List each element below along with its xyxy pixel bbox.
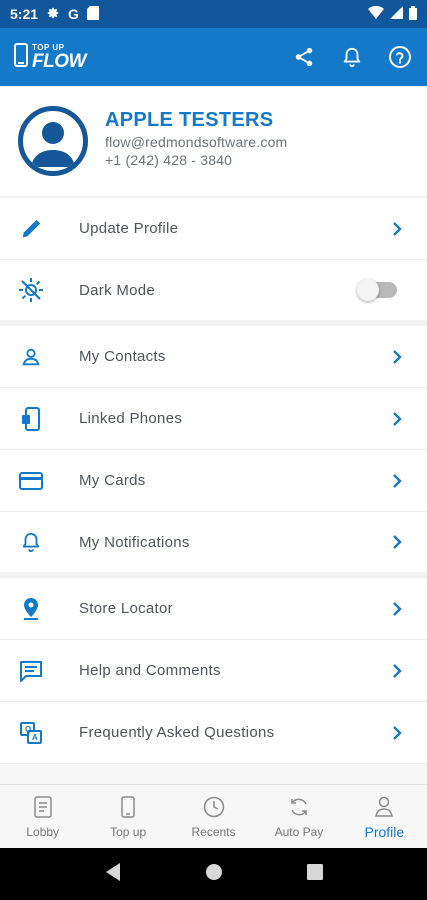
google-icon: G <box>68 6 79 22</box>
menu-label: Linked Phones <box>79 410 183 427</box>
nav-autopay[interactable]: Auto Pay <box>256 785 341 848</box>
chevron-right-icon <box>391 534 403 550</box>
chevron-right-icon <box>391 349 403 365</box>
topup-flow-logo: TOP UP FLOW <box>14 42 86 72</box>
menu-label: Frequently Asked Questions <box>79 724 275 741</box>
list-bottom-spacer <box>0 764 427 784</box>
back-icon[interactable] <box>104 862 122 887</box>
status-time: 5:21 <box>10 6 39 22</box>
menu-item-store-locator[interactable]: Store Locator <box>0 578 427 640</box>
menu-label: Dark Mode <box>79 281 156 299</box>
phone-logo-icon <box>14 42 28 72</box>
menu-item-my-contacts[interactable]: My Contacts <box>0 326 427 388</box>
menu-item-dark-mode: Dark Mode <box>0 260 427 320</box>
svg-text:A: A <box>32 733 38 742</box>
profile-name: APPLE TESTERS <box>105 108 274 131</box>
comment-icon <box>18 658 44 684</box>
avatar <box>18 106 88 176</box>
menu-label: Store Locator <box>79 600 173 617</box>
menu-item-my-cards[interactable]: My Cards <box>0 450 427 512</box>
dark-mode-sun-icon <box>18 277 44 303</box>
faq-icon: QA <box>18 720 44 746</box>
svg-text:Q: Q <box>25 725 31 734</box>
chevron-right-icon <box>391 473 403 489</box>
clock-icon <box>202 795 226 819</box>
signal-icon <box>390 6 403 22</box>
profile-email: flow@redmondsoftware.com <box>105 133 288 150</box>
profile-phone: +1 (242) 428 - 3840 <box>105 151 233 168</box>
menu-label: My Notifications <box>79 533 190 551</box>
profile-header: APPLE TESTERS flow@redmondsoftware.com +… <box>0 86 427 196</box>
sd-card-icon <box>86 5 99 23</box>
bell-icon <box>18 529 44 555</box>
pencil-icon <box>18 216 44 242</box>
system-nav-bar <box>0 848 427 900</box>
app-bar: TOP UP FLOW <box>0 28 427 86</box>
dark-mode-toggle[interactable] <box>357 279 397 301</box>
help-icon[interactable] <box>387 44 413 70</box>
status-bar: 5:21 G <box>0 0 427 28</box>
battery-icon <box>409 5 417 23</box>
person-icon <box>18 344 44 370</box>
nav-lobby[interactable]: Lobby <box>0 785 85 848</box>
menu-item-my-notifications[interactable]: My Notifications <box>0 512 427 572</box>
profile-person-icon <box>372 794 396 818</box>
nav-label: Lobby <box>26 824 60 839</box>
chevron-right-icon <box>391 663 403 679</box>
gear-icon <box>46 6 60 23</box>
menu-label: Update Profile <box>79 220 179 237</box>
topup-phone-icon <box>116 795 140 819</box>
menu-item-update-profile[interactable]: Update Profile <box>0 198 427 260</box>
nav-recents[interactable]: Recents <box>171 785 256 848</box>
bottom-nav: Lobby Top up Recents Auto Pay Profile <box>0 784 427 848</box>
share-icon[interactable] <box>291 44 317 70</box>
logo-main-text: FLOW <box>32 50 86 72</box>
menu-item-faq[interactable]: QA Frequently Asked Questions <box>0 702 427 764</box>
nav-topup[interactable]: Top up <box>85 785 170 848</box>
bell-icon[interactable] <box>339 44 365 70</box>
lobby-icon <box>31 795 55 819</box>
recents-square-icon[interactable] <box>307 863 324 885</box>
chevron-right-icon <box>391 411 403 427</box>
refresh-icon <box>287 795 311 819</box>
wifi-icon <box>368 5 384 22</box>
chevron-right-icon <box>391 725 403 741</box>
nav-label: Auto Pay <box>274 824 324 839</box>
nav-label: Profile <box>364 823 405 840</box>
nav-profile[interactable]: Profile <box>342 785 427 848</box>
chevron-right-icon <box>391 601 403 617</box>
credit-card-icon <box>18 468 44 494</box>
menu-item-linked-phones[interactable]: Linked Phones <box>0 388 427 450</box>
linked-phone-icon <box>18 406 44 432</box>
home-icon[interactable] <box>205 863 223 886</box>
menu-label: Help and Comments <box>79 662 221 679</box>
nav-label: Recents <box>191 824 236 839</box>
nav-label: Top up <box>110 824 147 839</box>
menu-label: My Contacts <box>79 348 166 365</box>
menu-item-help-comments[interactable]: Help and Comments <box>0 640 427 702</box>
location-pin-icon <box>18 596 44 622</box>
toggle-knob <box>357 279 379 301</box>
menu-label: My Cards <box>79 472 146 489</box>
chevron-right-icon <box>391 221 403 237</box>
